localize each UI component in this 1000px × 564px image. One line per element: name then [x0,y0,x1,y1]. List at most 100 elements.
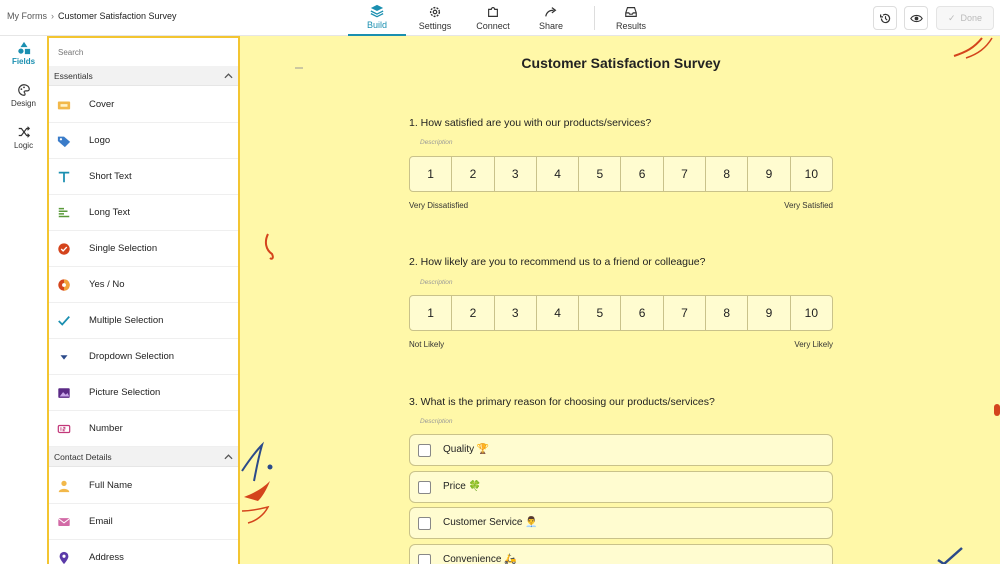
field-item-address[interactable]: Address [49,540,238,564]
done-label: Done [960,13,983,23]
question-3-description[interactable]: Description [420,418,453,425]
field-item-picture-selection[interactable]: Picture Selection [49,375,238,411]
decorative-squiggle [264,233,274,260]
field-item-label: Address [89,552,124,563]
decorative-dot [994,404,1000,416]
done-button[interactable]: ✓ Done [936,6,994,30]
field-item-cover[interactable]: Cover [49,87,238,123]
question-2-text[interactable]: 2. How likely are you to recommend us to… [409,256,706,268]
shapes-icon [17,41,30,55]
paragraph-lines-icon [58,207,70,218]
rating-option[interactable]: 2 [452,157,495,191]
question-1-description[interactable]: Description [420,139,453,146]
decorative-confetti [241,441,273,524]
tab-results[interactable]: Results [609,0,653,36]
form-title[interactable]: Customer Satisfaction Survey [240,55,1000,71]
rating-option[interactable]: 10 [791,296,832,330]
rating-option[interactable]: 3 [495,296,537,330]
rating-option[interactable]: 6 [621,157,664,191]
rail-fields-label: Fields [11,57,36,66]
rating-option[interactable]: 8 [706,157,749,191]
section-header-essentials[interactable]: Essentials [49,66,238,86]
field-item-short-text[interactable]: Short Text [49,159,238,195]
breadcrumb-my-forms[interactable]: My Forms [7,11,47,21]
tab-connect[interactable]: Connect [464,0,522,36]
rating-option[interactable]: 7 [664,157,707,191]
rating-option[interactable]: 1 [410,157,453,191]
question-3-text[interactable]: 3. What is the primary reason for choosi… [409,396,715,408]
field-item-email[interactable]: Email [49,504,238,540]
rating-option[interactable]: 3 [495,157,537,191]
field-item-label: Full Name [89,480,133,491]
rail-logic[interactable]: Logic [0,125,47,150]
search-input[interactable] [52,42,235,62]
rating-option[interactable]: 2 [452,296,495,330]
choice-option-price[interactable]: Price 🍀 [409,471,833,503]
fields-panel: Essentials Cover Logo Short Text Long Te… [47,36,240,564]
field-item-label: Picture Selection [89,387,161,398]
choice-label: Convenience 🛵 [443,554,517,564]
envelope-icon [57,518,71,526]
person-icon [58,480,70,493]
rating-option[interactable]: 5 [579,157,622,191]
history-icon [879,13,890,23]
tab-settings-label: Settings [418,21,452,31]
field-item-logo[interactable]: Logo [49,123,238,159]
field-item-multiple-selection[interactable]: Multiple Selection [49,303,238,339]
field-item-number[interactable]: Number [49,411,238,447]
tab-settings[interactable]: Settings [406,0,464,36]
tab-share[interactable]: Share [522,0,580,36]
tab-connect-label: Connect [476,21,510,31]
rail-design[interactable]: Design [0,83,47,108]
field-item-dropdown-selection[interactable]: Dropdown Selection [49,339,238,375]
chevron-up-icon [224,73,233,79]
section-title: Contact Details [54,452,112,462]
scale-min-label: Very Dissatisfied [409,201,469,210]
field-item-yes-no[interactable]: Yes / No [49,267,238,303]
choice-option-customer-service[interactable]: Customer Service 👨‍💼 [409,507,833,539]
chevron-up-icon [224,454,233,460]
checkbox[interactable] [418,517,431,530]
breadcrumb-separator: › [51,11,54,21]
tab-share-label: Share [538,21,564,31]
yes-no-icon [58,279,70,291]
question-1-text[interactable]: 1. How satisfied are you with our produc… [409,117,651,129]
rating-option[interactable]: 10 [791,157,832,191]
history-button[interactable] [873,6,897,30]
field-item-label: Multiple Selection [89,315,164,326]
checkbox[interactable] [418,554,431,564]
choice-label: Customer Service 👨‍💼 [443,517,538,528]
question-2-description[interactable]: Description [420,279,453,286]
tab-build[interactable]: Build [348,0,406,36]
rating-option[interactable]: 9 [748,296,791,330]
caret-down-icon [60,355,68,360]
checkbox[interactable] [418,481,431,494]
checkbox[interactable] [418,444,431,457]
preview-button[interactable] [904,6,928,30]
rail-fields[interactable]: Fields [0,41,47,66]
text-t-icon [58,171,70,183]
field-item-label: Yes / No [89,279,125,290]
rating-option[interactable]: 1 [410,296,453,330]
question-1-rating-scale: 1 2 3 4 5 6 7 8 9 10 [409,156,833,192]
rating-option[interactable]: 5 [579,296,622,330]
field-item-long-text[interactable]: Long Text [49,195,238,231]
top-bar: My Forms › Customer Satisfaction Survey Bu… [0,0,1000,36]
rating-option[interactable]: 4 [537,157,580,191]
choice-label: Quality 🏆 [443,444,490,455]
rating-option[interactable]: 8 [706,296,749,330]
choice-option-convenience[interactable]: Convenience 🛵 [409,544,833,564]
tag-icon [57,136,71,148]
choice-option-quality[interactable]: Quality 🏆 [409,434,833,466]
number-field-icon [57,424,71,434]
question-1-scale-labels: Very Dissatisfied Very Satisfied [409,201,833,210]
main-nav: Build Settings Connect Share Results [348,0,653,36]
section-header-contact-details[interactable]: Contact Details [49,447,238,467]
rating-option[interactable]: 7 [664,296,707,330]
rating-option[interactable]: 9 [748,157,791,191]
field-item-full-name[interactable]: Full Name [49,468,238,504]
gear-icon [429,6,441,18]
rating-option[interactable]: 4 [537,296,580,330]
rating-option[interactable]: 6 [621,296,664,330]
field-item-single-selection[interactable]: Single Selection [49,231,238,267]
